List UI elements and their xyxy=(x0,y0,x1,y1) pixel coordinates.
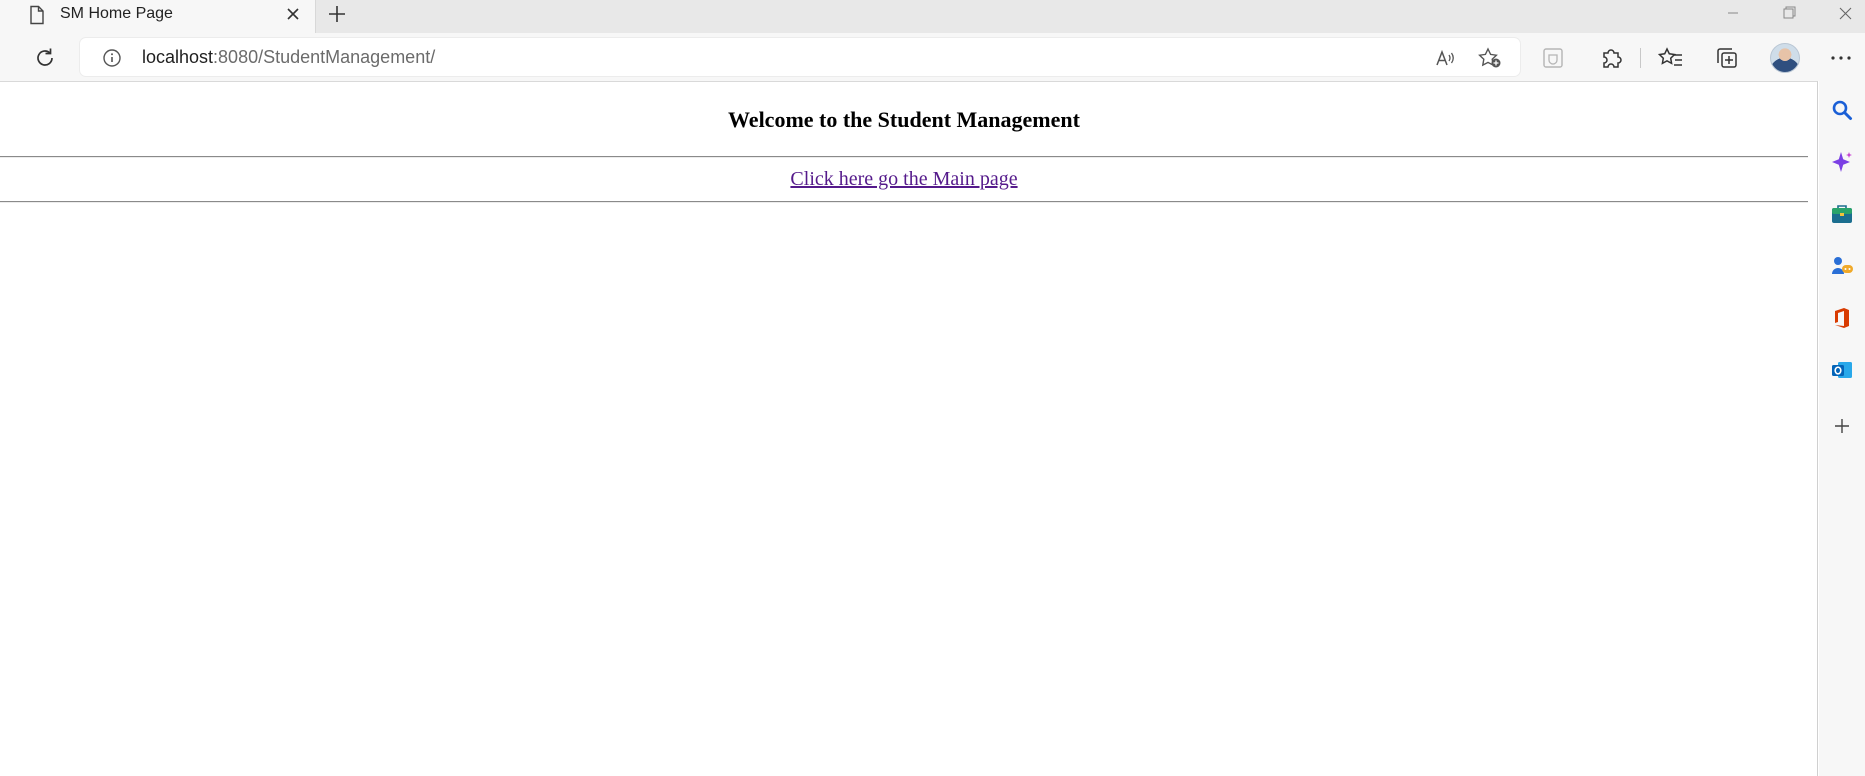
page-heading: Welcome to the Student Management xyxy=(728,107,1080,132)
url-path: :8080/StudentManagement/ xyxy=(213,47,436,67)
toolbar: localhost:8080/StudentManagement/ xyxy=(0,33,1865,81)
url-text[interactable]: localhost:8080/StudentManagement/ xyxy=(142,38,435,76)
search-icon[interactable] xyxy=(1830,98,1854,122)
tools-icon[interactable] xyxy=(1830,202,1854,226)
title-bar: SM Home Page xyxy=(0,0,1865,33)
collections-icon[interactable] xyxy=(1714,45,1740,71)
read-aloud-icon[interactable] xyxy=(1434,47,1456,69)
add-icon[interactable] xyxy=(1830,414,1854,438)
close-window-icon[interactable] xyxy=(1817,0,1865,28)
close-tab-icon[interactable] xyxy=(284,5,302,23)
tab-sm-home-page[interactable]: SM Home Page xyxy=(0,0,316,33)
copilot-icon[interactable] xyxy=(1830,150,1854,174)
page-viewport: Welcome to the Student Management Click … xyxy=(0,81,1818,776)
favorites-icon[interactable] xyxy=(1658,45,1684,71)
new-tab-icon[interactable] xyxy=(325,2,349,26)
wallet-icon[interactable] xyxy=(1540,45,1566,71)
reload-icon[interactable] xyxy=(32,45,58,71)
edge-sidebar xyxy=(1819,81,1865,776)
minimize-icon[interactable] xyxy=(1705,0,1761,28)
add-favorite-icon[interactable] xyxy=(1478,47,1502,69)
info-icon[interactable] xyxy=(102,48,122,68)
extensions-icon[interactable] xyxy=(1598,45,1624,71)
tab-title: SM Home Page xyxy=(60,5,173,22)
office-icon[interactable] xyxy=(1830,306,1854,330)
toolbar-separator xyxy=(1640,48,1641,68)
divider-bottom xyxy=(0,201,1808,203)
main-page-link[interactable]: Click here go the Main page xyxy=(790,168,1017,190)
url-host: localhost xyxy=(142,47,214,67)
page-icon xyxy=(30,5,44,25)
outlook-icon[interactable] xyxy=(1830,358,1854,382)
more-icon[interactable] xyxy=(1828,45,1854,71)
restore-icon[interactable] xyxy=(1761,0,1817,28)
address-bar[interactable]: localhost:8080/StudentManagement/ xyxy=(80,38,1520,76)
divider-top xyxy=(0,156,1808,158)
avatar[interactable] xyxy=(1770,43,1800,73)
main-link-container: Click here go the Main page xyxy=(0,168,1808,191)
games-icon[interactable] xyxy=(1830,254,1854,278)
